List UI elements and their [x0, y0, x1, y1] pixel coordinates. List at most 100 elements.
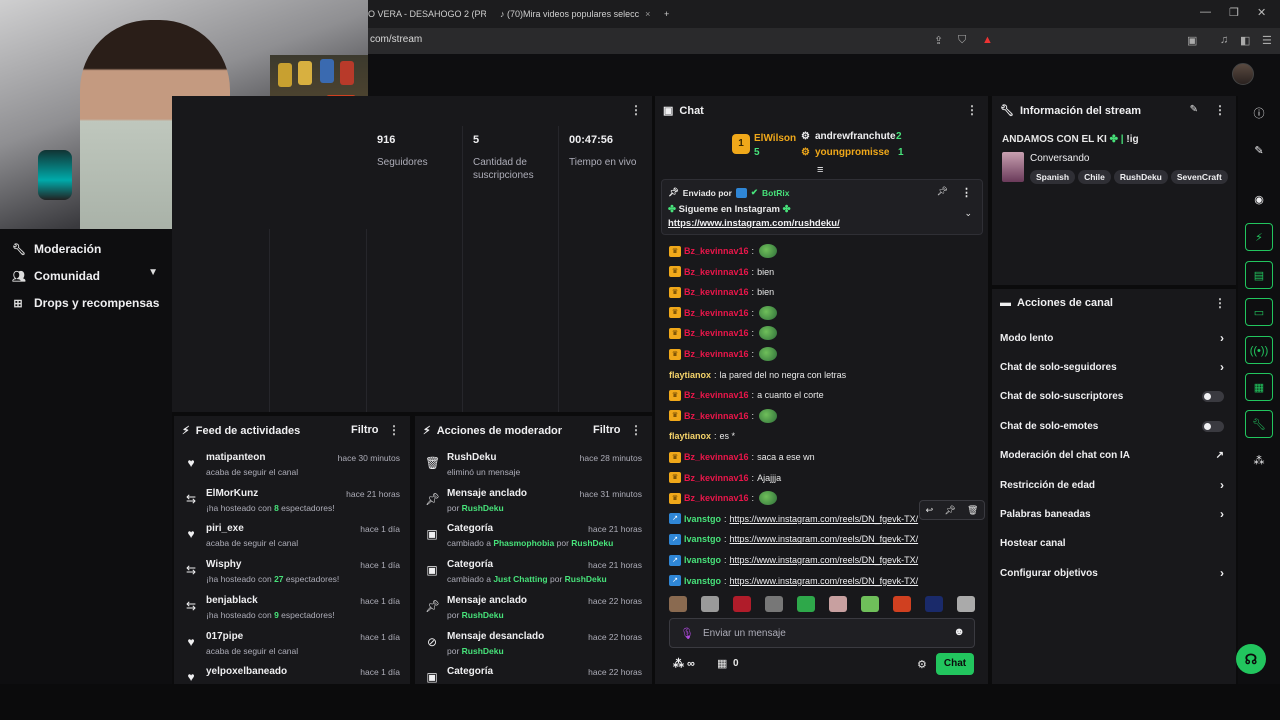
reply-icon[interactable]: ↩ — [926, 505, 934, 516]
chat-username[interactable]: Bz_kevinnav16 — [684, 349, 749, 359]
edit-icon[interactable]: ✎ — [1245, 137, 1273, 165]
broadcast-icon[interactable]: ((•)) — [1245, 336, 1273, 364]
feed-item-name[interactable]: 017pipe — [206, 631, 243, 642]
minimize-icon[interactable]: — — [1200, 6, 1211, 18]
emote[interactable] — [893, 596, 911, 612]
chat-message[interactable]: ♛ Bz_kevinnav16: a cuanto el corte — [669, 387, 824, 403]
chat-link[interactable]: https://www.instagram.com/reels/DN_fgevk… — [730, 576, 919, 586]
chat-username[interactable]: lvanstgo — [684, 534, 721, 544]
feed-item[interactable]: ♥ matipanteon hace 30 minutos acaba de segu… — [174, 450, 410, 484]
channel-action-item[interactable]: Modo lento › — [1000, 328, 1224, 348]
filter-button[interactable]: Filtro — [593, 424, 621, 436]
close-window-icon[interactable]: ✕ — [1257, 6, 1266, 19]
rewards-icon[interactable]: ▲ — [982, 34, 993, 46]
shield-icon[interactable]: ⛉ — [958, 34, 966, 47]
tag[interactable]: RushDeku — [1113, 170, 1168, 184]
emote[interactable] — [701, 596, 719, 612]
chat-username[interactable]: lvanstgo — [684, 555, 721, 565]
channel-action-item[interactable]: Chat de solo-suscriptores — [1000, 387, 1224, 407]
emote[interactable] — [829, 596, 847, 612]
bolt-icon[interactable]: ⚡︎ — [1245, 223, 1273, 251]
external-link-icon[interactable]: ↗ — [1216, 450, 1224, 461]
feed-item-name[interactable]: ElMorKunz — [206, 488, 258, 499]
category-name[interactable]: Conversando — [1030, 153, 1089, 164]
chat-input[interactable]: 🎙︎ Enviar un mensaje ☻ — [669, 618, 975, 648]
channel-action-item[interactable]: Hostear canal — [1000, 534, 1224, 554]
sidebar-item-moderation[interactable]: 🔧︎ Moderación — [12, 242, 101, 256]
chat-message[interactable]: ↗ lvanstgo: https://www.instagram.com/reel… — [669, 511, 918, 527]
channel-action-item[interactable]: Palabras baneadas › — [1000, 504, 1224, 524]
feed-item-name[interactable]: yelpoxelbaneado — [206, 666, 287, 677]
music-icon[interactable]: ♫ — [1220, 34, 1228, 46]
chat-username[interactable]: flaytianox — [669, 370, 711, 380]
chevron-right-icon[interactable]: › — [1220, 566, 1224, 580]
mod-action-name[interactable]: Categoría — [447, 666, 493, 677]
chat-username[interactable]: Bz_kevinnav16 — [684, 328, 749, 338]
chat-message[interactable]: ♛ Bz_kevinnav16: — [669, 305, 778, 321]
chat-message[interactable]: ♛ Bz_kevinnav16: — [669, 243, 778, 259]
chat-username[interactable]: Bz_kevinnav16 — [684, 452, 749, 462]
more-options-icon[interactable]: ⋮ — [966, 103, 978, 117]
menu-icon[interactable]: ☰ — [1262, 34, 1272, 47]
maximize-icon[interactable]: ❐ — [1229, 6, 1239, 19]
chat-username[interactable]: Bz_kevinnav16 — [684, 473, 749, 483]
channel-action-item[interactable]: Chat de solo-emotes — [1000, 416, 1224, 436]
microphone-icon[interactable]: 🎙︎ — [680, 627, 694, 640]
share-icon[interactable]: ⇪ — [934, 34, 943, 47]
close-tab-icon[interactable]: × — [645, 9, 650, 19]
camera-icon[interactable]: ◉ — [1245, 186, 1273, 214]
chat-message[interactable]: ♛ Bz_kevinnav16: bien — [669, 264, 774, 280]
tag[interactable]: Chile — [1078, 170, 1111, 184]
points-icon[interactable]: ⁂ — [1245, 447, 1273, 475]
tag[interactable]: SevenCraft — [1170, 170, 1228, 184]
help-headset-icon[interactable]: ☊ — [1236, 644, 1266, 674]
leader-name[interactable]: ElWilson — [754, 133, 796, 144]
chat-username[interactable]: lvanstgo — [684, 514, 721, 524]
feed-item[interactable]: ♥ piri_exe hace 1 día acaba de seguir el ca… — [174, 521, 410, 555]
chat-message[interactable]: ↗ lvanstgo: https://www.instagram.com/reel… — [669, 531, 918, 547]
sidebar-item-drops[interactable]: ⊞ Drops y recompensas — [12, 296, 159, 310]
trash-icon[interactable]: 🗑︎ — [967, 505, 978, 516]
mod-action-item[interactable]: ▣ Categoría hace 22 horas — [415, 664, 652, 698]
store-icon[interactable]: ▦ — [717, 657, 727, 670]
channel-points-icon[interactable]: ⁂ ∞ — [673, 657, 695, 670]
chat-message[interactable]: ♛ Bz_kevinnav16: — [669, 346, 778, 362]
channel-action-item[interactable]: Chat de solo-seguidores › — [1000, 357, 1224, 377]
mod-action-name[interactable]: Mensaje anclado — [447, 595, 527, 606]
chat-message[interactable]: ♛ Bz_kevinnav16: Ajajjja — [669, 470, 781, 486]
chevron-down-icon[interactable]: ⌄ — [964, 208, 972, 219]
tag[interactable]: Spanish — [1030, 170, 1076, 184]
chat-message[interactable]: ↗ lvanstgo: https://www.instagram.com/reel… — [669, 573, 918, 589]
chat-message[interactable]: ♛ Bz_kevinnav16: — [669, 408, 778, 424]
more-options-icon[interactable]: ⋮ — [1214, 103, 1226, 117]
pinned-link[interactable]: https://www.instagram.com/rushdeku/ — [668, 218, 840, 229]
feed-item-name[interactable]: Wisphy — [206, 559, 241, 570]
pin-icon[interactable]: 📌︎ — [944, 505, 955, 516]
chat-username[interactable]: Bz_kevinnav16 — [684, 411, 749, 421]
channel-action-item[interactable]: Restricción de edad › — [1000, 475, 1224, 495]
feed-item[interactable]: ⇆ ElMorKunz hace 21 horas ¡ha hosteado con … — [174, 486, 410, 520]
notes-icon[interactable]: ▤ — [1245, 261, 1273, 289]
emoji-icon[interactable]: ☻ — [953, 626, 965, 638]
pin-icon[interactable]: 📌︎ — [937, 186, 948, 197]
emote[interactable] — [861, 596, 879, 612]
expand-icon[interactable]: ≡ — [817, 164, 823, 176]
channel-action-item[interactable]: Moderación del chat con IA ↗ — [1000, 446, 1224, 466]
leader-name[interactable]: andrewfranchute — [815, 131, 896, 142]
chat-message[interactable]: flaytianox: la pared del no negra con let… — [669, 367, 846, 383]
emote[interactable] — [925, 596, 943, 612]
emote[interactable] — [669, 596, 687, 612]
mod-action-item[interactable]: 📌︎ Mensaje anclado hace 31 minutos por Rush… — [415, 486, 652, 520]
chevron-right-icon[interactable]: › — [1220, 360, 1224, 374]
feed-item[interactable]: ♥ 017pipe hace 1 día acaba de seguir el can… — [174, 629, 410, 663]
gear-icon[interactable]: ⚙︎ — [917, 658, 927, 671]
chat-username[interactable]: Bz_kevinnav16 — [684, 308, 749, 318]
feed-item[interactable]: ⇆ Wisphy hace 1 día ¡ha hosteado con 27 esp… — [174, 557, 410, 591]
mod-action-item[interactable]: ▣ Categoría hace 21 horas cambiado a Just C… — [415, 557, 652, 591]
chevron-right-icon[interactable]: › — [1220, 331, 1224, 345]
feed-item-name[interactable]: matipanteon — [206, 452, 265, 463]
avatar[interactable] — [1232, 63, 1254, 85]
feed-item-name[interactable]: piri_exe — [206, 523, 244, 534]
more-options-icon[interactable]: ⋮ — [1214, 296, 1226, 310]
mod-action-item[interactable]: ▣ Categoría hace 21 horas cambiado a Phasmo… — [415, 521, 652, 555]
